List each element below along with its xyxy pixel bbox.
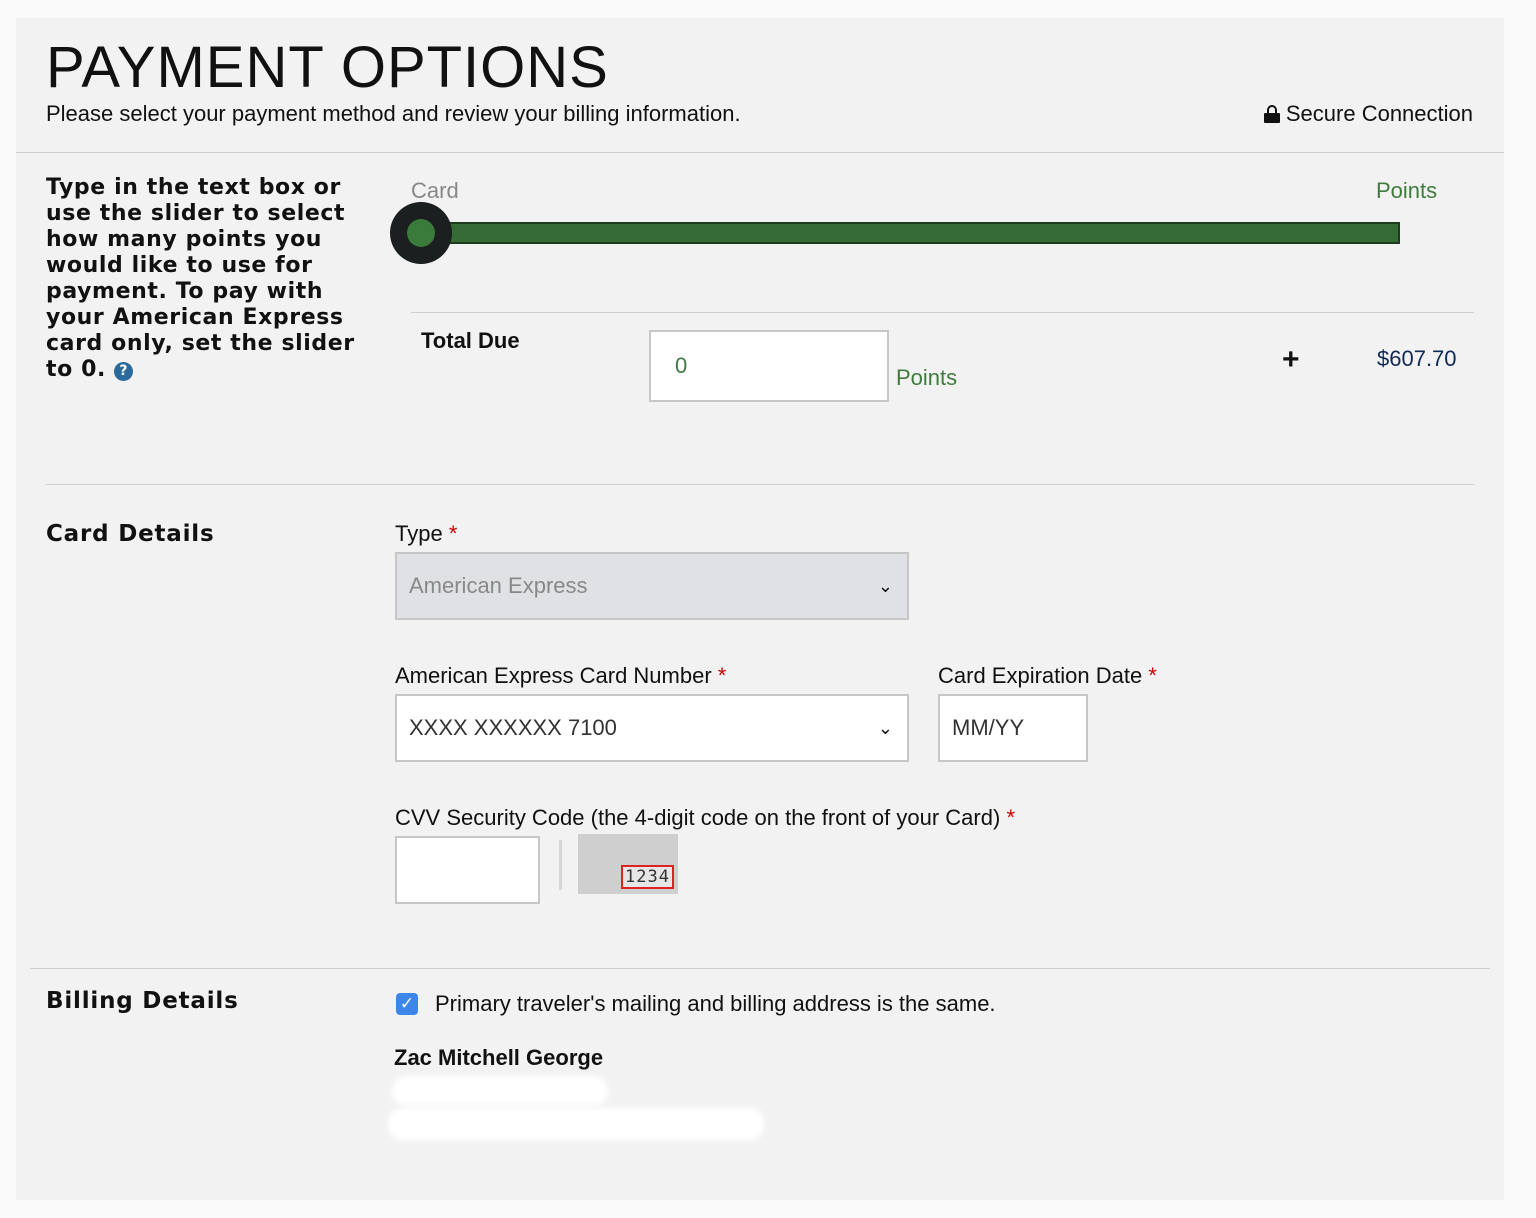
points-unit-label: Points: [896, 365, 958, 390]
chevron-down-icon: ⌄: [877, 718, 893, 738]
cvv-label: CVV Security Code (the 4-digit code on t…: [395, 805, 1015, 830]
slider-divider: [411, 312, 1474, 313]
page-subtitle: Please select your payment method and re…: [46, 101, 741, 126]
help-icon[interactable]: ?: [114, 362, 134, 381]
expiration-label: Card Expiration Date *: [938, 663, 1157, 688]
cvv-location-image: 1234: [578, 834, 678, 894]
secure-connection-label: Secure Connection: [1285, 101, 1473, 126]
total-due-label: Total Due: [421, 328, 520, 353]
points-slider-track[interactable]: [428, 222, 1400, 244]
cvv-input[interactable]: [395, 836, 540, 904]
plus-icon: +: [1282, 343, 1300, 376]
payment-options-panel: PAYMENT OPTIONS Please select your payme…: [16, 18, 1504, 1200]
billing-name: Zac Mitchell George: [394, 1045, 604, 1070]
same-address-checkbox[interactable]: ✓: [396, 993, 418, 1015]
same-address-label: Primary traveler's mailing and billing a…: [435, 991, 996, 1016]
card-type-value: American Express: [409, 573, 588, 598]
card-number-value: XXXX XXXXXX 7100: [409, 715, 617, 740]
cvv-sample-code: 1234: [621, 865, 674, 889]
card-number-label: American Express Card Number *: [395, 663, 727, 688]
billing-details-heading: Billing Details: [46, 988, 239, 1014]
card-type-select[interactable]: American Express ⌄: [395, 552, 909, 620]
points-input[interactable]: 0: [649, 330, 889, 402]
type-label: Type *: [395, 521, 458, 546]
chevron-down-icon: ⌄: [877, 576, 893, 596]
points-slider-handle[interactable]: [390, 202, 452, 264]
redacted-address-line: [388, 1108, 764, 1140]
card-details-heading: Card Details: [46, 521, 215, 547]
header-divider: [16, 152, 1504, 153]
lock-icon: [1263, 105, 1280, 123]
slider-label-points: Points: [1376, 178, 1438, 203]
secure-connection: Secure Connection: [1263, 101, 1473, 127]
cvv-separator: [559, 840, 562, 890]
slider-help-text: Type in the text box or use the slider t…: [46, 175, 371, 383]
slider-label-card: Card: [411, 178, 459, 203]
total-divider: [46, 484, 1474, 485]
page-title: PAYMENT OPTIONS: [46, 35, 609, 100]
total-amount: $607.70: [1377, 346, 1457, 371]
card-number-select[interactable]: XXXX XXXXXX 7100 ⌄: [395, 694, 909, 762]
slider-help-label: Type in the text box or use the slider t…: [46, 175, 355, 382]
redacted-address-line: [392, 1076, 608, 1106]
billing-divider: [30, 968, 1490, 969]
expiration-input[interactable]: MM/YY: [938, 694, 1088, 762]
